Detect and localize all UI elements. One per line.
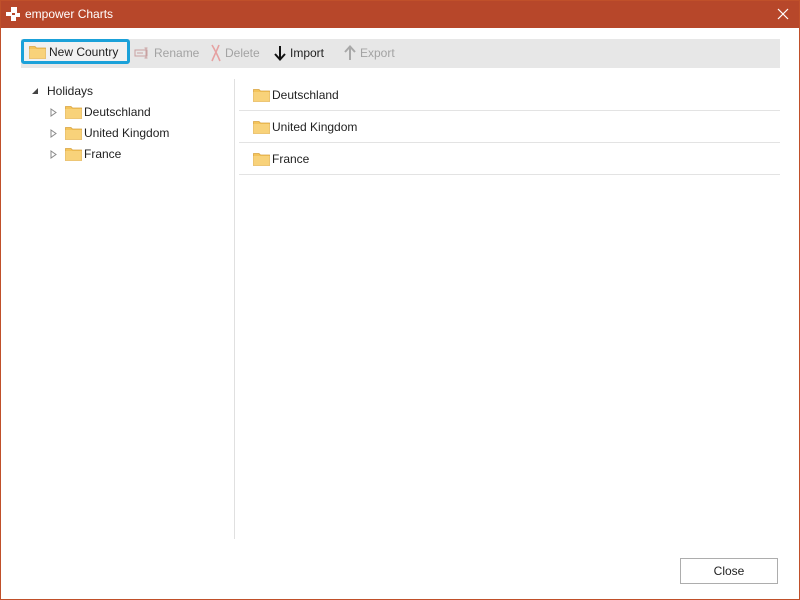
tree-item-france[interactable]: France [50, 145, 121, 163]
close-icon[interactable] [777, 8, 789, 20]
folder-icon [29, 45, 46, 59]
rename-button[interactable]: Rename [134, 41, 199, 65]
list-item-label: Deutschland [272, 87, 339, 102]
dialog-window: empower Charts New Country Rename Delete… [0, 0, 800, 600]
tree-item-deutschland[interactable]: Deutschland [50, 103, 151, 121]
delete-icon [211, 44, 221, 62]
toolbar: New Country Rename Delete Import Export [21, 39, 780, 68]
delete-button[interactable]: Delete [210, 41, 260, 65]
country-tree: Holidays Deutschland United Kingdom Fran… [23, 79, 233, 539]
list-item-deutschland[interactable]: Deutschland [239, 79, 780, 111]
empower-logo-icon [6, 7, 20, 21]
list-item-label: France [272, 151, 310, 166]
window-title: empower Charts [25, 7, 114, 21]
folder-icon [253, 152, 270, 166]
rename-icon [134, 47, 148, 59]
list-item-france[interactable]: France [239, 143, 780, 175]
folder-icon [253, 88, 270, 102]
tree-item-label: Deutschland [84, 105, 151, 119]
export-button[interactable]: Export [343, 41, 395, 65]
tree-item-label: United Kingdom [84, 126, 170, 140]
collapsed-triangle-icon[interactable] [50, 128, 57, 138]
folder-icon [65, 127, 82, 140]
country-list: Deutschland United Kingdom France [239, 79, 780, 539]
tree-root-holidays[interactable]: Holidays [31, 82, 93, 100]
import-button[interactable]: Import [273, 41, 324, 65]
collapsed-triangle-icon[interactable] [50, 149, 57, 159]
arrow-up-icon [344, 45, 356, 60]
new-country-label: New Country [49, 44, 119, 59]
tree-root-label: Holidays [47, 84, 94, 98]
title-bar[interactable]: empower Charts [1, 1, 799, 28]
delete-label: Delete [225, 46, 260, 60]
folder-icon [65, 106, 82, 119]
folder-icon [65, 148, 82, 161]
import-label: Import [290, 46, 325, 60]
arrow-down-icon [274, 46, 286, 61]
tree-item-united-kingdom[interactable]: United Kingdom [50, 124, 169, 142]
folder-icon [253, 120, 270, 134]
expanded-triangle-icon[interactable] [31, 87, 39, 95]
panel-divider [234, 79, 235, 539]
export-label: Export [360, 46, 395, 60]
collapsed-triangle-icon[interactable] [50, 107, 57, 117]
list-item-united-kingdom[interactable]: United Kingdom [239, 111, 780, 143]
new-country-button[interactable]: New Country [21, 39, 130, 64]
rename-label: Rename [154, 46, 200, 60]
tree-item-label: France [84, 147, 122, 161]
close-button[interactable]: Close [680, 558, 778, 584]
list-item-label: United Kingdom [272, 119, 358, 134]
